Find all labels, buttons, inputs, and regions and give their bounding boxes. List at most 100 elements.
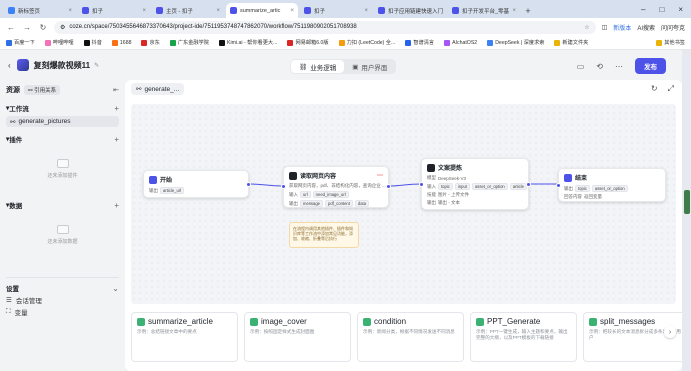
close-icon[interactable]: × [364,8,368,14]
input-port[interactable] [556,183,561,188]
back-arrow-icon[interactable]: ‹ [8,61,11,70]
section-settings[interactable]: 设置 ⌄ [6,282,119,294]
bookmark-item[interactable]: 网易邮箱6.0版 [287,39,329,46]
bookmark-item[interactable]: 力扣 (LeetCode) 全... [338,39,395,46]
node-read-web[interactable]: 读取网页内容 ⋯ 获取网页内容，pdf、非结构化内容，查询企业 ... 输入 url… [281,166,391,208]
bookmark-label: 新建文件夹 [562,40,589,46]
publish-button[interactable]: 发布 [635,58,666,74]
browser-tab[interactable]: 新标签页 × [4,3,76,18]
ask-quark-button[interactable]: 问问夸克 [661,23,685,32]
tab-business-logic[interactable]: ⛓ 业务逻辑 [291,60,345,73]
history-icon[interactable]: ⟲ [596,62,603,71]
other-bookmarks[interactable]: 其他书签 [656,39,685,46]
close-icon[interactable]: × [68,8,72,14]
more-icon[interactable]: ⋯ [615,62,623,71]
bookmark-item[interactable]: 哔哩哔哩 [44,39,74,46]
canvas-grid[interactable]: 开始 输出 article_url 读取网页内容 ⋯ 获取网页内容，pdf、非结构化… [131,104,676,304]
workflow-tab[interactable]: ⚯ generate_... [131,83,185,95]
section-data[interactable]: ▾ 数据 + [6,199,119,211]
close-icon[interactable]: × [142,8,146,14]
tab-label: 扣子 [314,8,326,15]
tab-favicon-icon [8,7,15,14]
add-workflow-icon[interactable]: + [114,104,119,113]
back-icon[interactable]: ← [6,23,16,32]
node-tag: input [454,183,470,190]
maximize-icon[interactable]: □ [659,5,664,14]
workflow-item-generate-pictures[interactable]: ⚯ generate_pictures [6,116,119,127]
close-icon[interactable]: × [512,8,516,14]
template-name: split_messages [600,317,656,326]
settings-item-conversation[interactable]: ☰ 会话管理 [6,294,119,306]
add-plugin-icon[interactable]: + [114,135,119,144]
template-card[interactable]: PPT_Generate 示例：PPT一键生成，输入主题和要点，输出完整的大纲，以… [470,312,577,362]
browser-tab-active[interactable]: summarize_artic × [226,3,298,18]
bookmark-label: 其他书签 [664,40,685,46]
template-card[interactable]: condition 示例：新闻分类，根据不同情况发送不同消息 [357,312,464,362]
collapse-sidebar-icon[interactable]: ⇤ [113,86,119,94]
section-plugins[interactable]: ▾ 插件 + [6,133,119,145]
node-desc: 获取网页内容，pdf、非结构化内容，查询企业 ... [289,183,386,188]
output-port[interactable] [526,182,531,187]
side-widget-icon[interactable] [684,190,690,214]
close-window-icon[interactable]: × [678,5,683,14]
bookmark-item[interactable]: 百度一下 [6,39,35,46]
node-text-extract[interactable]: 文案提炼 模型 DeepSeek-V3 输入 topic input asset_or_… [419,158,531,210]
section-title: 插件 [9,137,23,144]
settings-item-variables[interactable]: ⛶ 变量 [6,306,119,318]
fullscreen-icon[interactable]: ⤢ [668,84,674,94]
browser-tab[interactable]: 主页 - 扣子 × [152,3,224,18]
workflow-template-icon [476,317,484,326]
bookmark-item[interactable]: 智谱清言 [405,39,434,46]
bookmark-item[interactable]: 广东金融学院 [169,39,209,46]
close-icon[interactable]: × [216,8,220,14]
references-button[interactable]: ⚯ 引用关系 [24,85,61,95]
minimize-icon[interactable]: – [641,5,645,14]
forward-icon[interactable]: → [22,23,32,32]
canvas-note[interactable]: 在流程内调用其他插件、插件和知识库等工作流中添加常见功能，添加、收缩、折叠等后执… [289,222,359,248]
edit-icon[interactable]: ✎ [94,62,99,69]
bookmark-item[interactable]: 京东 [141,39,160,46]
chevron-right-icon[interactable]: › [664,326,676,338]
template-card[interactable]: image_cover 示例：按照固定样式生成封面图 [244,312,351,362]
browser-tab[interactable]: 扣子 × [300,3,372,18]
output-port[interactable] [386,184,391,189]
bookmark-item[interactable]: AIchatOS2 [444,39,477,46]
input-port[interactable] [419,182,424,187]
refresh-icon[interactable]: ↻ [651,84,658,94]
new-version-button[interactable]: 新版本 [613,23,631,32]
site-info-icon[interactable]: ⚙ [60,24,65,31]
bookmark-item[interactable]: DeepSeek | 深度求索 [487,39,544,46]
section-workflow[interactable]: ▾ 工作流 + [6,102,119,114]
preview-icon[interactable]: ▭ [577,62,585,71]
project-title: 复刻爆款视频11 [33,60,91,70]
section-title: 数据 [9,203,23,210]
reload-icon[interactable]: ↻ [38,23,48,32]
bookmark-icon [287,39,294,46]
bookmark-star-icon[interactable]: ☆ [584,24,589,31]
node-end[interactable]: 结束 输出 topic asset_or_option 回答内容 返回变量 [556,168,666,202]
extensions-icon[interactable]: ◫ [602,24,608,31]
ai-search-button[interactable]: AI搜索 [637,23,655,32]
bookmark-label: Kimi.ai - 帮你看更大... [227,40,278,46]
browser-tab[interactable]: 扣子应用链建快速入门× [374,3,446,18]
bookmark-item[interactable]: 1688 [111,39,131,46]
view-switcher: ⛓ 业务逻辑 ▣ 用户界面 [290,59,397,74]
bookmark-item[interactable]: 抖音 [83,39,102,46]
new-tab-button[interactable]: + [522,3,534,18]
bookmark-folder[interactable]: 新建文件夹 [554,39,588,46]
node-tag: asset_or_option [591,185,628,192]
browser-tab[interactable]: 扣子 × [78,3,150,18]
browser-tab[interactable]: 扣子开发平台_零基 × [448,3,520,18]
add-data-icon[interactable]: + [114,201,119,210]
close-icon[interactable]: × [290,8,294,14]
node-start[interactable]: 开始 输出 article_url [143,170,251,198]
url-field[interactable]: ⚙ coze.cn/space/7503455646873370643/proj… [54,20,596,34]
tab-user-interface[interactable]: ▣ 用户界面 [344,60,395,73]
template-card[interactable]: summarize_article 示例：总结链接文章中的要点 [131,312,238,362]
more-icon[interactable]: ⋯ [377,172,383,179]
input-port[interactable] [281,184,286,189]
node-title: 结束 [575,176,588,182]
bookmark-label: DeepSeek | 深度求索 [495,40,545,46]
output-port[interactable] [246,182,251,187]
bookmark-item[interactable]: Kimi.ai - 帮你看更大... [219,39,277,46]
